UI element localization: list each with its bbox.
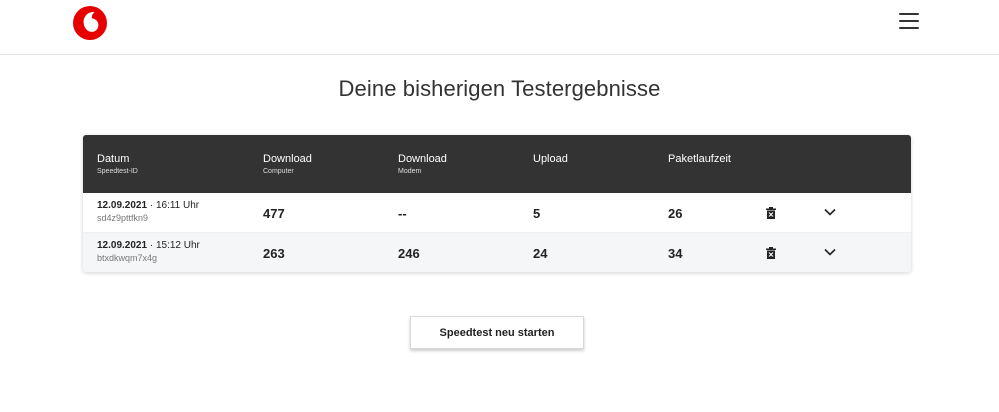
row-upload: 5 (533, 206, 541, 221)
trash-icon[interactable] (766, 247, 776, 259)
row-test-id: btxdkwqm7x4g (97, 253, 158, 263)
row-date-cell: 12.09.2021 · 16:11 Uhr sd4z9pttfkn9 (97, 200, 199, 223)
trash-icon[interactable] (766, 207, 776, 219)
column-header-upload: Upload (533, 153, 568, 165)
row-time: · 16:11 Uhr (149, 200, 200, 211)
row-test-id: sd4z9pttfkn9 (97, 213, 149, 223)
column-header-date: Datum Speedtest-ID (97, 153, 138, 175)
chevron-down-icon[interactable] (824, 208, 836, 216)
results-table: Datum Speedtest-ID Download Computer Dow… (83, 135, 911, 272)
chevron-down-icon[interactable] (824, 248, 836, 256)
table-header: Datum Speedtest-ID Download Computer Dow… (83, 135, 911, 193)
row-download-modem: -- (398, 206, 407, 221)
row-ping: 34 (668, 246, 683, 261)
row-download-modem: 246 (398, 246, 420, 261)
row-download-computer: 477 (263, 206, 285, 221)
row-date: 12.09.2021 (97, 200, 148, 211)
column-header-download-modem: Download Modem (398, 153, 447, 175)
row-date: 12.09.2021 (97, 240, 148, 251)
column-header-download-computer: Download Computer (263, 153, 312, 175)
table-row[interactable]: 12.09.2021 · 15:12 Uhr btxdkwqm7x4g 263 … (83, 232, 911, 272)
hamburger-menu-icon[interactable] (899, 13, 919, 31)
row-date-cell: 12.09.2021 · 15:12 Uhr btxdkwqm7x4g (97, 240, 200, 263)
vodafone-logo-icon[interactable] (72, 5, 108, 41)
page-title: Deine bisherigen Testergebnisse (338, 76, 661, 101)
row-download-computer: 263 (263, 246, 285, 261)
table-row[interactable]: 12.09.2021 · 16:11 Uhr sd4z9pttfkn9 477 … (83, 193, 911, 232)
row-upload: 24 (533, 246, 548, 261)
column-header-ping: Paketlaufzeit (668, 153, 731, 165)
row-time: · 15:12 Uhr (149, 240, 200, 251)
top-header (0, 0, 999, 55)
restart-speedtest-button[interactable]: Speedtest neu starten (410, 316, 584, 349)
row-ping: 26 (668, 206, 683, 221)
